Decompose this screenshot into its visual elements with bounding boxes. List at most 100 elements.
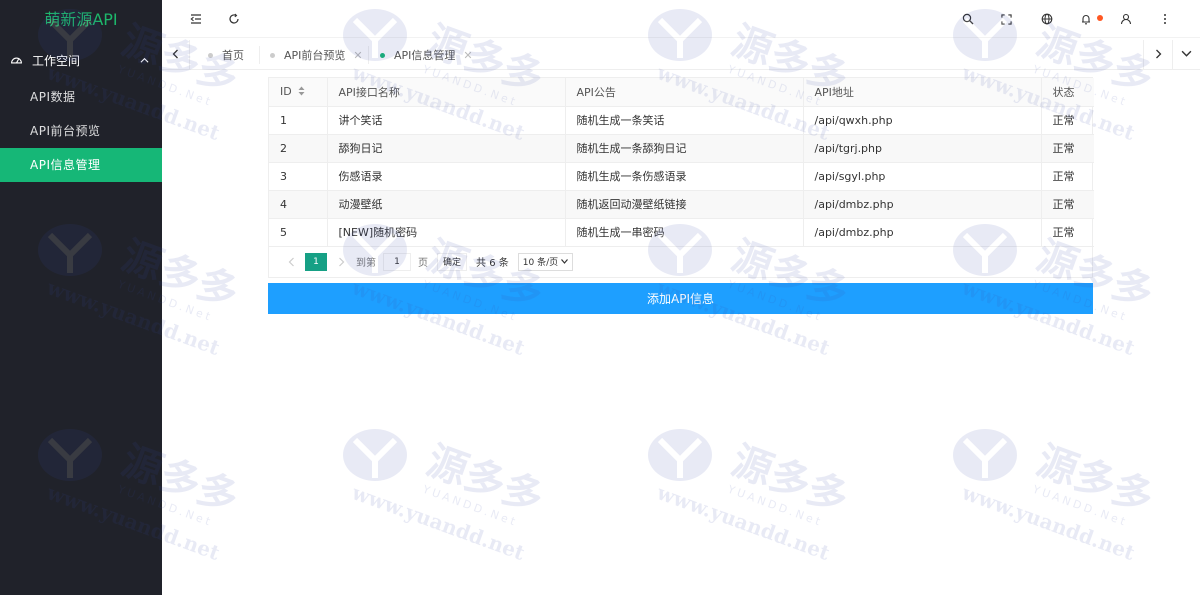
cell-id: 2 <box>269 134 328 163</box>
chevron-up-icon <box>140 55 150 65</box>
cell-name: [NEW]随机密码 <box>327 218 566 247</box>
watermark-logo: 源多多YUANDD.Netwww.yuandd.net <box>950 410 1180 583</box>
chevron-left-icon <box>171 48 181 62</box>
total-count: 共 6 条 <box>476 258 509 269</box>
search-icon[interactable] <box>960 11 976 27</box>
tab-label: 首页 <box>222 49 244 62</box>
cell-name: 伤感语录 <box>327 162 566 191</box>
svg-text:YUANDD.Net: YUANDD.Net <box>1030 482 1130 529</box>
tab-divider <box>259 46 260 64</box>
fullscreen-icon[interactable] <box>998 11 1014 27</box>
svg-text:www.yuandd.net: www.yuandd.net <box>653 480 834 565</box>
chevron-down-icon <box>1181 48 1192 62</box>
svg-text:源多多: 源多多 <box>1031 438 1159 522</box>
svg-text:www.yuandd.net: www.yuandd.net <box>348 480 529 565</box>
sidebar-item-api-data[interactable]: API数据 <box>0 80 162 114</box>
page-label: 页 <box>418 258 428 269</box>
tab-status-dot <box>270 52 275 58</box>
svg-text:源多多: 源多多 <box>726 438 854 522</box>
tab-label: API前台预览 <box>284 49 346 62</box>
goto-confirm-button[interactable]: 确定 <box>437 252 468 271</box>
tab-bar: 首页 API前台预览 ✕ API信息管理 ✕ <box>162 40 1200 70</box>
cell-status: 正常 <box>1041 134 1094 163</box>
column-header-status: 状态 <box>1041 78 1094 107</box>
cell-id: 3 <box>269 162 328 191</box>
watermark-logo: 源多多YUANDD.Netwww.yuandd.net <box>340 410 570 583</box>
cell-id: 4 <box>269 190 328 219</box>
prev-page-button[interactable] <box>281 253 301 271</box>
cell-id: 1 <box>269 106 328 135</box>
cell-notice: 随机生成一串密码 <box>565 218 804 247</box>
tab-status-dot <box>380 52 385 58</box>
cell-name: 动漫壁纸 <box>327 190 566 219</box>
cell-id: 5 <box>269 218 328 247</box>
sidebar: 萌新源API 工作空间 API数据 API前台预览 API信息管理 <box>0 0 162 595</box>
table-header-row: ID API接口名称 API公告 API地址 状态 <box>269 78 1094 107</box>
tab-home[interactable]: 首页 <box>208 40 244 70</box>
tab-close-icon[interactable]: ✕ <box>463 49 472 62</box>
cell-name: 舔狗日记 <box>327 134 566 163</box>
cell-url: /api/tgrj.php <box>803 134 1042 163</box>
tab-divider <box>368 46 369 64</box>
sort-icon[interactable] <box>298 86 305 99</box>
tab-label: API信息管理 <box>394 49 456 62</box>
cell-url: /api/dmbz.php <box>803 190 1042 219</box>
svg-text:YUANDD.Net: YUANDD.Net <box>420 482 520 529</box>
goto-page-input[interactable]: 1 <box>383 252 411 271</box>
cell-url: /api/dmbz.php <box>803 218 1042 247</box>
column-header-url: API地址 <box>803 78 1042 107</box>
table-row[interactable]: 3 伤感语录 随机生成一条伤感语录 /api/sgyl.php 正常 <box>269 162 1094 191</box>
svg-text:www.yuandd.net: www.yuandd.net <box>958 480 1139 565</box>
menu-group-workspace[interactable]: 工作空间 <box>0 40 162 80</box>
cell-notice: 随机生成一条伤感语录 <box>565 162 804 191</box>
cell-notice: 随机生成一条舔狗日记 <box>565 134 804 163</box>
api-table: ID API接口名称 API公告 API地址 状态 1 讲个笑话 随机生成一条笑… <box>268 77 1094 278</box>
svg-text:YUANDD.Net: YUANDD.Net <box>725 482 825 529</box>
table-row[interactable]: 4 动漫壁纸 随机返回动漫壁纸链接 /api/dmbz.php 正常 <box>269 190 1094 219</box>
tab-scroll-right[interactable] <box>1143 40 1171 70</box>
refresh-icon[interactable] <box>226 11 242 27</box>
tab-dropdown[interactable] <box>1172 40 1200 70</box>
current-page[interactable]: 1 <box>305 252 327 271</box>
tab-api-manage[interactable]: API信息管理 ✕ <box>380 40 473 70</box>
table-row[interactable]: 1 讲个笑话 随机生成一条笑话 /api/qwxh.php 正常 <box>269 106 1094 135</box>
cell-status: 正常 <box>1041 106 1094 135</box>
cell-status: 正常 <box>1041 190 1094 219</box>
tab-scroll-left[interactable] <box>162 40 190 70</box>
sidebar-item-api-manage[interactable]: API信息管理 <box>0 148 162 182</box>
top-header <box>162 0 1200 38</box>
user-icon[interactable] <box>1118 11 1134 27</box>
caret-down-icon <box>561 257 569 267</box>
bell-icon[interactable] <box>1078 11 1094 27</box>
cell-notice: 随机返回动漫壁纸链接 <box>565 190 804 219</box>
cell-name: 讲个笑话 <box>327 106 566 135</box>
svg-text:源多多: 源多多 <box>421 438 549 522</box>
more-vertical-icon[interactable] <box>1157 11 1173 27</box>
watermark-logo: 源多多YUANDD.Netwww.yuandd.net <box>645 410 875 583</box>
column-header-name: API接口名称 <box>327 78 566 107</box>
app-logo[interactable]: 萌新源API <box>0 0 162 40</box>
next-page-button[interactable] <box>331 253 351 271</box>
menu-fold-icon[interactable] <box>188 11 204 27</box>
tab-status-dot <box>208 52 213 58</box>
goto-label: 到第 <box>356 258 376 269</box>
add-api-button[interactable]: 添加API信息 <box>268 283 1093 314</box>
pagination: 1 到第 1 页 确定 共 6 条 10 条/页 <box>269 247 1092 277</box>
table-row[interactable]: 2 舔狗日记 随机生成一条舔狗日记 /api/tgrj.php 正常 <box>269 134 1094 163</box>
table-row[interactable]: 5 [NEW]随机密码 随机生成一串密码 /api/dmbz.php 正常 <box>269 218 1094 247</box>
page-size-select[interactable]: 10 条/页 <box>517 252 574 271</box>
chevron-right-icon <box>1153 48 1163 62</box>
cell-notice: 随机生成一条笑话 <box>565 106 804 135</box>
menu-group-label: 工作空间 <box>32 53 81 68</box>
notification-dot <box>1097 15 1103 21</box>
sidebar-item-api-preview[interactable]: API前台预览 <box>0 114 162 148</box>
tab-close-icon[interactable]: ✕ <box>353 49 362 62</box>
cell-url: /api/sgyl.php <box>803 162 1042 191</box>
column-header-notice: API公告 <box>565 78 804 107</box>
cell-url: /api/qwxh.php <box>803 106 1042 135</box>
column-header-id[interactable]: ID <box>269 78 328 107</box>
tab-api-preview[interactable]: API前台预览 ✕ <box>270 40 363 70</box>
cell-status: 正常 <box>1041 218 1094 247</box>
cell-status: 正常 <box>1041 162 1094 191</box>
globe-icon[interactable] <box>1039 11 1055 27</box>
